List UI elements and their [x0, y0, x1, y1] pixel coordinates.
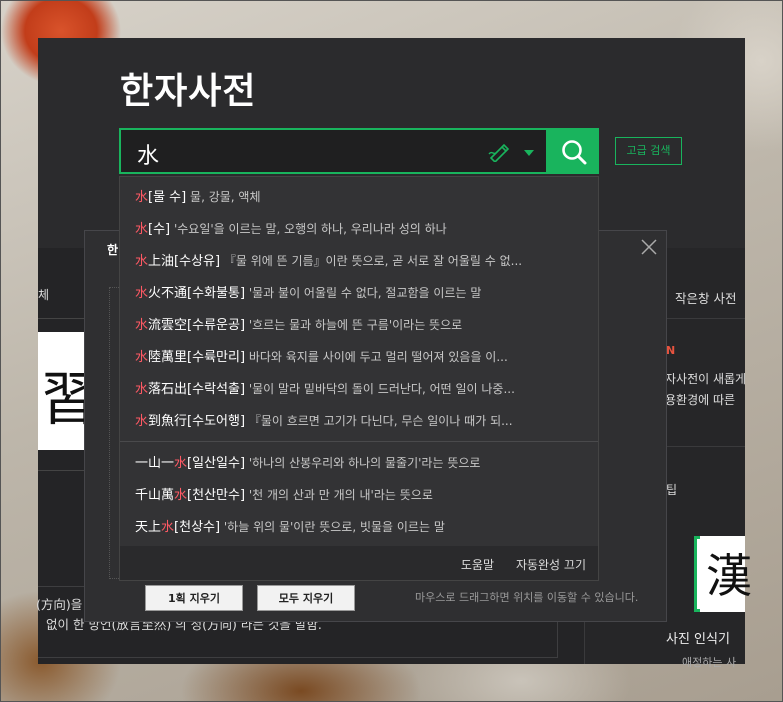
suggestion-item[interactable]: 水落石出[수락석출] '물이 말라 밑바닥의 돌이 드러난다, 어떤 일이 나중…	[135, 378, 585, 398]
suggestion-hanja-suffix: 上油	[148, 254, 175, 269]
new-badge: N	[666, 344, 676, 357]
suggestion-reading: [물 수]	[148, 190, 187, 205]
suggestion-hanja-match: 水	[135, 350, 149, 365]
suggestion-hanja-match: 水	[135, 190, 149, 205]
small-window-dictionary-link[interactable]: 작은창 사전	[675, 288, 736, 307]
autocomplete-off-link[interactable]: 자동완성 끄기	[516, 556, 586, 573]
suggestion-hanja-match: 水	[161, 520, 175, 535]
suggestion-hanja-match: 水	[135, 318, 149, 333]
suggestion-definition: 바다와 육지를 사이에 두고 멀리 떨어져 있음을 이...	[245, 350, 508, 364]
suggestion-item[interactable]: 水[물 수] 물, 강물, 액체	[135, 186, 585, 206]
clear-all-button[interactable]: 모두 지우기	[257, 585, 355, 611]
suggestion-item[interactable]: 水上油[수상유] 『물 위에 뜬 기름』이란 뜻으로, 곧 서로 잘 어울릴 수…	[135, 250, 585, 270]
suggestion-definition: '수요일'을 이르는 말, 오행의 하나, 우리나라 성의 하나	[170, 222, 447, 236]
suggestion-item[interactable]: 水到魚行[수도어행] 『물이 흐르면 고기가 다닌다, 무슨 일이나 때가 되.…	[135, 410, 585, 430]
suggestion-reading: [천상수]	[174, 520, 221, 535]
dropdown-footer: 도움말 자동완성 끄기	[120, 546, 598, 580]
suggestion-definition: 물, 강물, 액체	[186, 190, 261, 204]
suggestion-reading: [수류운공]	[187, 318, 246, 333]
photo-recognizer-label[interactable]: 사진 인식기	[666, 628, 730, 647]
suggestion-hanja-match: 水	[174, 456, 188, 471]
suggestion-definition: 『물이 흐르면 고기가 다닌다, 무슨 일이나 때가 되...	[245, 414, 513, 428]
suggestion-hanja-match: 水	[135, 286, 149, 301]
suggestion-item[interactable]: 水火不通[수화불통] '물과 불이 어울릴 수 없다, 절교함을 이르는 말	[135, 282, 585, 302]
search-button[interactable]	[548, 128, 599, 174]
close-icon[interactable]	[641, 239, 657, 255]
suggestion-hanja-match: 水	[135, 222, 149, 237]
handwriting-pen-icon[interactable]	[488, 142, 512, 162]
suggestion-hanja-match: 水	[135, 382, 149, 397]
notice-text[interactable]: 자사전이 새롭게	[665, 370, 746, 387]
suggestion-definition: '흐르는 물과 하늘에 뜬 구름'이라는 뜻으로	[245, 318, 463, 332]
suggestion-item[interactable]: 水[수] '수요일'을 이르는 말, 오행의 하나, 우리나라 성의 하나	[135, 218, 585, 238]
suggestion-item[interactable]: 千山萬水[천산만수] '천 개의 산과 만 개의 내'라는 뜻으로	[135, 484, 585, 504]
hanja-stroke-card[interactable]: 習	[38, 332, 98, 450]
drag-hint: 마우스로 드래그하면 위치를 이동할 수 있습니다.	[415, 591, 639, 604]
suggestion-hanja-suffix: 流雲空	[148, 318, 188, 333]
suggestion-reading: [수륙만리]	[187, 350, 246, 365]
suggestion-definition: '물과 불이 어울릴 수 없다, 절교함을 이르는 말	[245, 286, 482, 300]
suggestion-hanja-suffix: 落石出	[148, 382, 188, 397]
autocomplete-dropdown: 水[물 수] 물, 강물, 액체 水[수] '수요일'을 이르는 말, 오행의 하…	[119, 176, 599, 581]
suggestion-item[interactable]: 水流雲空[수류운공] '흐르는 물과 하늘에 뜬 구름'이라는 뜻으로	[135, 314, 585, 334]
suggestion-hanja-suffix: 陸萬里	[148, 350, 188, 365]
suggestion-definition: '하나의 산봉우리와 하나의 물줄기'라는 뜻으로	[245, 456, 481, 470]
suggestion-hanja-prefix: 千山萬	[135, 488, 175, 503]
help-link[interactable]: 도움말	[461, 556, 494, 573]
popup-title: 한	[107, 243, 119, 257]
divider	[38, 470, 84, 471]
suggestion-hanja-prefix: 一山一	[135, 456, 175, 471]
hanja-sample-glyph: 漢	[706, 549, 752, 603]
search-icon	[562, 140, 587, 165]
suggestion-hanja-suffix: 火不通	[148, 286, 188, 301]
meaning-text: (方向)을	[36, 597, 83, 612]
suggestion-item[interactable]: 水陸萬里[수륙만리] 바다와 육지를 사이에 두고 멀리 떨어져 있음을 이..…	[135, 346, 585, 366]
photo-recognizer-desc: 애정하는 사	[682, 656, 737, 669]
left-section-label: 체	[38, 288, 50, 302]
suggestion-definition: 『물 위에 뜬 기름』이란 뜻으로, 곧 서로 잘 어울릴 수 없...	[220, 254, 523, 268]
suggestion-reading: [수도어행]	[187, 414, 246, 429]
suggestion-reading: [일산일수]	[187, 456, 246, 471]
suggestion-reading: [수화불통]	[187, 286, 246, 301]
notice-text[interactable]: 용환경에 따른	[665, 391, 735, 408]
clear-one-stroke-button[interactable]: 1획 지우기	[145, 585, 243, 611]
suggestion-reading: [수]	[148, 222, 171, 237]
suggestion-reading: [천산만수]	[187, 488, 246, 503]
page-title: 한자사전	[120, 71, 257, 112]
tip-heading: 팁	[666, 483, 678, 497]
search-input-value: 水	[137, 144, 160, 169]
advanced-search-button[interactable]: 고급 검색	[615, 137, 682, 165]
search-input[interactable]: 水	[119, 128, 548, 174]
suggestion-item[interactable]: 天上水[천상수] '하늘 위의 물'이란 뜻으로, 빗물을 이르는 말	[135, 516, 585, 536]
suggestion-reading: [수락석출]	[187, 382, 246, 397]
suggestion-hanja-prefix: 天上	[135, 520, 162, 535]
suggestion-hanja-match: 水	[135, 414, 149, 429]
suggestion-definition: '물이 말라 밑바닥의 돌이 드러난다, 어떤 일이 나중...	[245, 382, 515, 396]
suggestion-definition: '하늘 위의 물'이란 뜻으로, 빗물을 이르는 말	[220, 520, 445, 534]
chevron-down-icon[interactable]	[524, 150, 534, 156]
divider	[38, 318, 84, 319]
suggestion-item[interactable]: 一山一水[일산일수] '하나의 산봉우리와 하나의 물줄기'라는 뜻으로	[135, 452, 585, 472]
suggestion-hanja-suffix: 到魚行	[148, 414, 188, 429]
suggestion-hanja-match: 水	[174, 488, 188, 503]
divider	[120, 441, 598, 442]
photo-recognizer-card[interactable]: 漢	[694, 536, 752, 612]
suggestion-reading: [수상유]	[174, 254, 221, 269]
scan-bracket-icon	[694, 536, 700, 612]
suggestion-definition: '천 개의 산과 만 개의 내'라는 뜻으로	[245, 488, 433, 502]
suggestion-hanja-match: 水	[135, 254, 149, 269]
